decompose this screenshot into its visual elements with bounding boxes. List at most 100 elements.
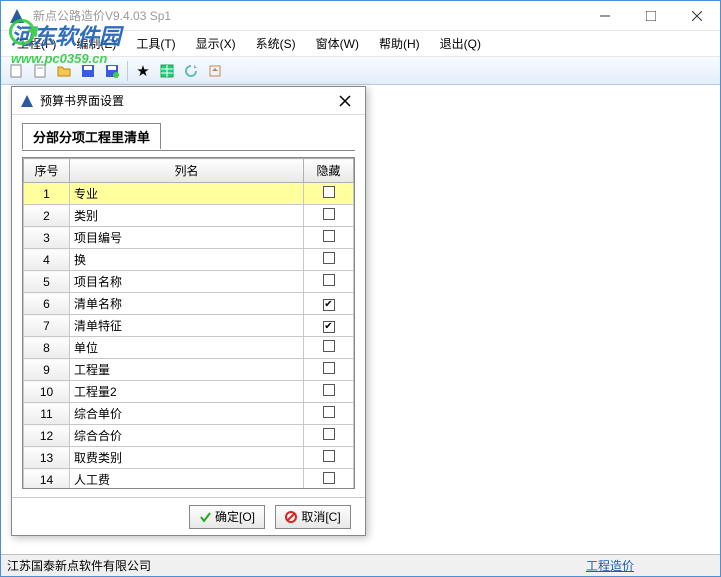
hide-checkbox[interactable] [323, 428, 335, 440]
hide-checkbox[interactable] [323, 208, 335, 220]
refresh-icon [183, 63, 199, 79]
dialog-close-button[interactable] [333, 89, 357, 113]
table-row[interactable]: 6清单名称✔ [24, 293, 354, 315]
status-company: 江苏国泰新点软件有限公司 [7, 557, 151, 574]
table-row[interactable]: 4换 [24, 249, 354, 271]
hide-checkbox[interactable] [323, 406, 335, 418]
ok-button[interactable]: 确定[O] [189, 505, 265, 529]
hide-checkbox[interactable] [323, 186, 335, 198]
tool-new[interactable] [5, 60, 27, 82]
tool-save-as[interactable] [101, 60, 123, 82]
cell-hide[interactable] [304, 271, 354, 293]
cell-seq: 3 [24, 227, 70, 249]
hide-checkbox[interactable] [323, 362, 335, 374]
cancel-button[interactable]: 取消[C] [275, 505, 351, 529]
tool-refresh[interactable] [180, 60, 202, 82]
hide-checkbox[interactable] [323, 230, 335, 242]
dialog-title: 预算书界面设置 [40, 92, 333, 109]
cell-seq: 4 [24, 249, 70, 271]
maximize-button[interactable] [628, 1, 674, 31]
tool-star[interactable]: ★ [132, 60, 154, 82]
table-row[interactable]: 3项目编号 [24, 227, 354, 249]
table-row[interactable]: 10工程量2 [24, 381, 354, 403]
cell-hide[interactable] [304, 205, 354, 227]
menu-display[interactable]: 显示(X) [186, 31, 246, 56]
menu-tools[interactable]: 工具(T) [126, 31, 185, 56]
cell-hide[interactable] [304, 425, 354, 447]
table-row[interactable]: 14人工费 [24, 469, 354, 489]
table-row[interactable]: 7清单特征✔ [24, 315, 354, 337]
hide-checkbox[interactable] [323, 472, 335, 484]
col-seq[interactable]: 序号 [24, 159, 70, 183]
cell-hide[interactable] [304, 337, 354, 359]
cell-hide[interactable] [304, 403, 354, 425]
table-row[interactable]: 8单位 [24, 337, 354, 359]
star-icon: ★ [136, 62, 149, 80]
col-hide[interactable]: 隐藏 [304, 159, 354, 183]
table-row[interactable]: 12综合合价 [24, 425, 354, 447]
table-row[interactable]: 1专业 [24, 183, 354, 205]
hide-checkbox[interactable] [323, 450, 335, 462]
cell-hide[interactable] [304, 249, 354, 271]
cell-seq: 5 [24, 271, 70, 293]
stop-icon [285, 511, 297, 523]
cell-name: 综合合价 [70, 425, 304, 447]
hide-checkbox[interactable] [323, 252, 335, 264]
cell-hide[interactable] [304, 227, 354, 249]
cell-name: 取费类别 [70, 447, 304, 469]
menu-project[interactable]: 工程(F) [7, 31, 66, 56]
cell-seq: 12 [24, 425, 70, 447]
minimize-button[interactable] [582, 1, 628, 31]
menu-window[interactable]: 窗体(W) [306, 31, 369, 56]
dialog-footer: 确定[O] 取消[C] [12, 497, 365, 535]
maximize-icon [646, 11, 656, 21]
close-icon [339, 95, 351, 107]
cell-seq: 13 [24, 447, 70, 469]
ok-label: 确定[O] [215, 508, 255, 525]
toolbar-separator [127, 61, 128, 81]
hide-checkbox[interactable] [323, 340, 335, 352]
tool-open[interactable] [53, 60, 75, 82]
menu-exit[interactable]: 退出(Q) [430, 31, 491, 56]
hide-checkbox[interactable] [323, 384, 335, 396]
cell-hide[interactable] [304, 469, 354, 489]
table-icon [159, 63, 175, 79]
cell-name: 项目名称 [70, 271, 304, 293]
cell-hide[interactable]: ✔ [304, 293, 354, 315]
close-button[interactable] [674, 1, 720, 31]
cell-hide[interactable] [304, 447, 354, 469]
cell-hide[interactable] [304, 381, 354, 403]
menu-edit[interactable]: 编制(E) [66, 31, 126, 56]
tool-table[interactable] [156, 60, 178, 82]
table-row[interactable]: 5项目名称 [24, 271, 354, 293]
settings-dialog: 预算书界面设置 分部分项工程里清单 序号 列名 隐藏 1专业2类别3项 [11, 86, 366, 536]
hide-checkbox[interactable]: ✔ [323, 321, 335, 333]
cell-name: 专业 [70, 183, 304, 205]
cell-name: 换 [70, 249, 304, 271]
menu-help[interactable]: 帮助(H) [369, 31, 430, 56]
cell-name: 人工费 [70, 469, 304, 489]
table-row[interactable]: 11综合单价 [24, 403, 354, 425]
tool-new-doc[interactable] [29, 60, 51, 82]
dialog-titlebar[interactable]: 预算书界面设置 [12, 87, 365, 115]
cell-hide[interactable] [304, 359, 354, 381]
hide-checkbox[interactable] [323, 274, 335, 286]
col-name[interactable]: 列名 [70, 159, 304, 183]
tab-bill[interactable]: 分部分项工程里清单 [22, 123, 161, 149]
cell-seq: 14 [24, 469, 70, 489]
menu-system[interactable]: 系统(S) [246, 31, 306, 56]
cell-seq: 6 [24, 293, 70, 315]
cell-seq: 9 [24, 359, 70, 381]
table-row[interactable]: 13取费类别 [24, 447, 354, 469]
tool-export[interactable] [204, 60, 226, 82]
window-controls [582, 1, 720, 31]
table-row[interactable]: 2类别 [24, 205, 354, 227]
cell-hide[interactable]: ✔ [304, 315, 354, 337]
table-row[interactable]: 9工程量 [24, 359, 354, 381]
tool-save[interactable] [77, 60, 99, 82]
hide-checkbox[interactable]: ✔ [323, 299, 335, 311]
cell-hide[interactable] [304, 183, 354, 205]
new-file-icon [8, 63, 24, 79]
settings-table: 序号 列名 隐藏 1专业2类别3项目编号4换5项目名称6清单名称✔7清单特征✔8… [23, 158, 354, 488]
table-scroll[interactable]: 序号 列名 隐藏 1专业2类别3项目编号4换5项目名称6清单名称✔7清单特征✔8… [23, 158, 354, 488]
